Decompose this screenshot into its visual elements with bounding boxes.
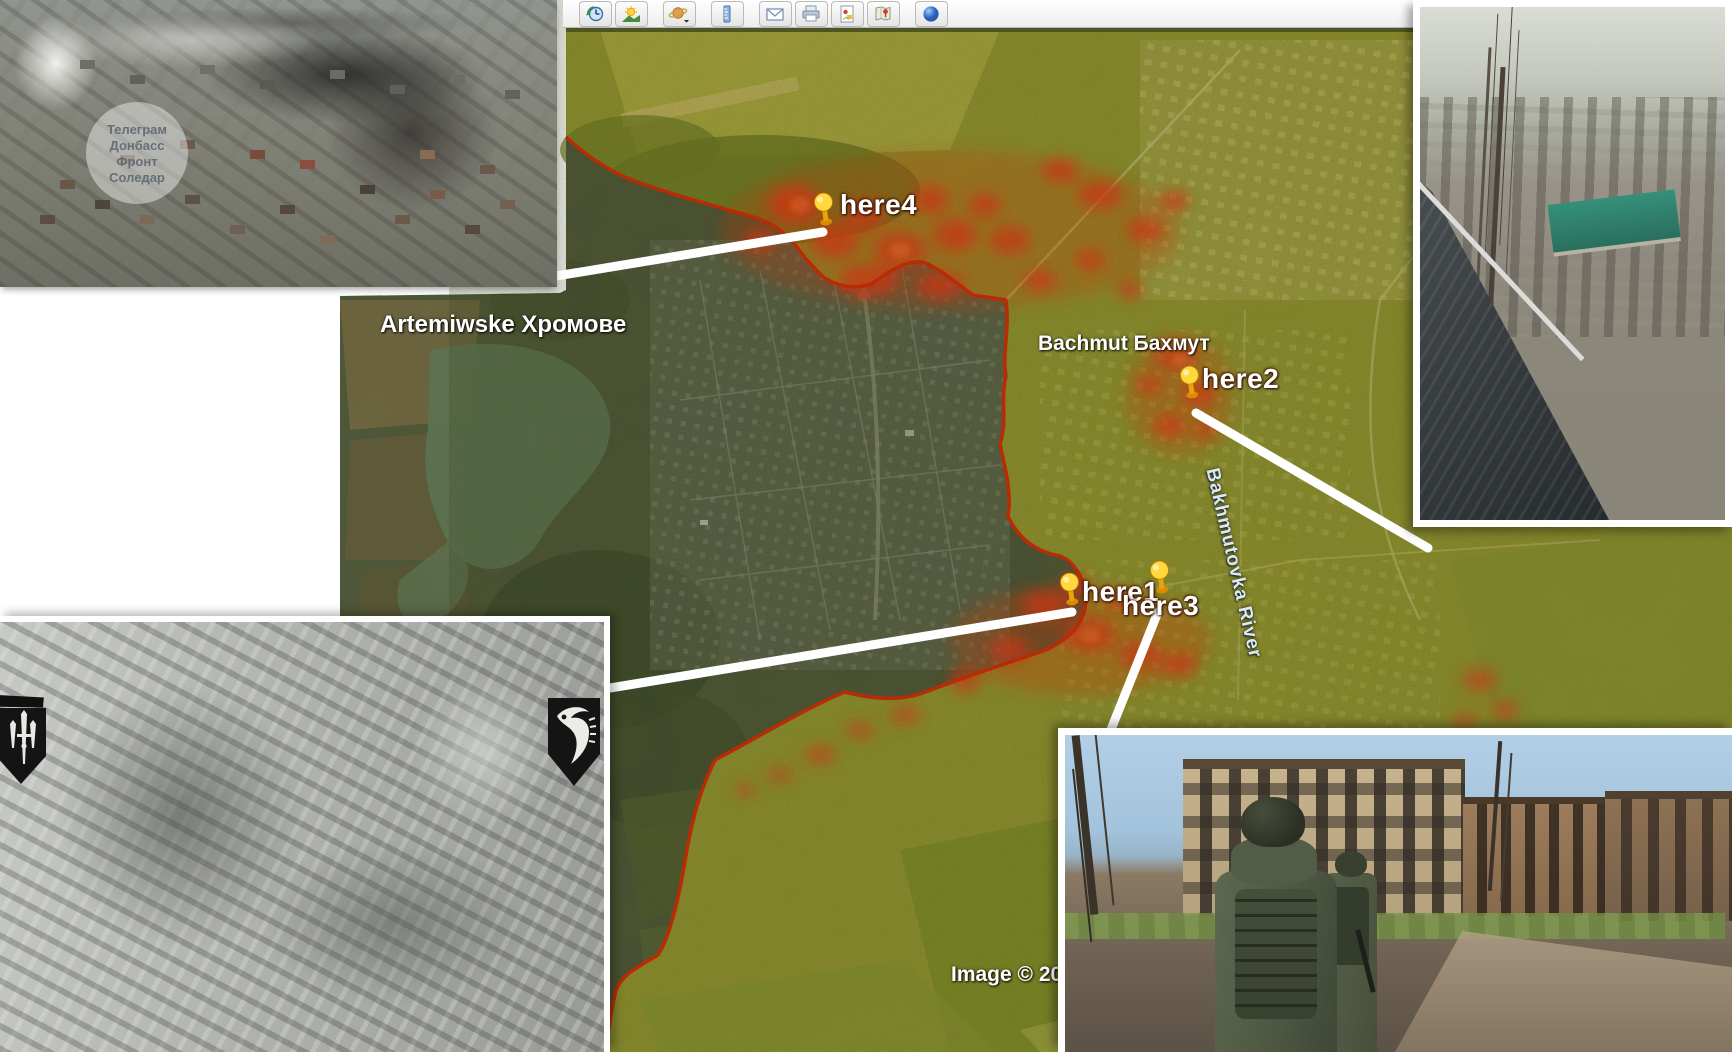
clock-icon (585, 5, 605, 23)
dirt-path (1395, 931, 1732, 1052)
soldier-figure-foreground (1213, 797, 1339, 1052)
sun-icon (621, 5, 641, 23)
trident-swords-shield-emblem (0, 690, 48, 786)
pushpin-here2[interactable] (1178, 365, 1204, 407)
soldier-helmet (1241, 797, 1305, 847)
ruined-building (1605, 791, 1732, 921)
sunlight-button[interactable] (615, 1, 648, 27)
drone-photo-city-smoke: Телеграм Донбасс Фронт Соледар (0, 0, 557, 287)
image-document-icon (837, 5, 857, 23)
pin-label-here3: here3 (1122, 590, 1199, 622)
soldier-plate-carrier (1235, 889, 1317, 1019)
printer-icon (801, 5, 821, 23)
save-image-button[interactable] (831, 1, 864, 27)
ruined-houses-texture (0, 622, 20, 635)
watermark-line: Фронт (116, 154, 157, 169)
buildings-texture (0, 0, 15, 9)
historical-imagery-button[interactable] (579, 1, 612, 27)
email-button[interactable] (759, 1, 792, 27)
ruler-icon (717, 5, 737, 23)
eagle-shield-emblem (545, 694, 603, 788)
print-button[interactable] (795, 1, 828, 27)
town-label: Artemiwske Хромове (380, 311, 626, 339)
ruined-building (1463, 797, 1605, 916)
soldiers-photo-ruined-street (1058, 728, 1732, 1052)
pushpin-here1[interactable] (1058, 572, 1084, 614)
composite-canvas: Artemiwske Хромове Bachmut Бахмут Bakhmu… (0, 0, 1732, 1052)
ruler-button[interactable] (711, 1, 744, 27)
city-label: Bachmut Бахмут (1038, 332, 1210, 356)
rooftop-photo-ruined-town (1413, 0, 1732, 527)
planets-button[interactable] (663, 1, 696, 27)
watermark-line: Телеграм (107, 122, 167, 137)
watermark-line: Соледар (109, 170, 165, 185)
envelope-icon (765, 5, 785, 23)
bare-tree (1072, 735, 1099, 915)
saturn-icon (668, 5, 690, 23)
watermark-line: Донбасс (110, 138, 165, 153)
pin-label-here2: here2 (1202, 363, 1279, 395)
view-in-maps-button[interactable] (867, 1, 900, 27)
channel-watermark: Телеграм Донбасс Фронт Соледар (86, 102, 188, 204)
soldier-helmet (1335, 851, 1367, 877)
globe-icon (921, 5, 941, 23)
earth-button[interactable] (915, 1, 948, 27)
pushpin-here4[interactable] (812, 192, 838, 234)
pin-label-here4: here4 (840, 189, 917, 221)
grass-strip (1065, 913, 1725, 939)
map-pin-icon (873, 5, 893, 23)
aerial-photo-destroyed-village (0, 616, 610, 1052)
